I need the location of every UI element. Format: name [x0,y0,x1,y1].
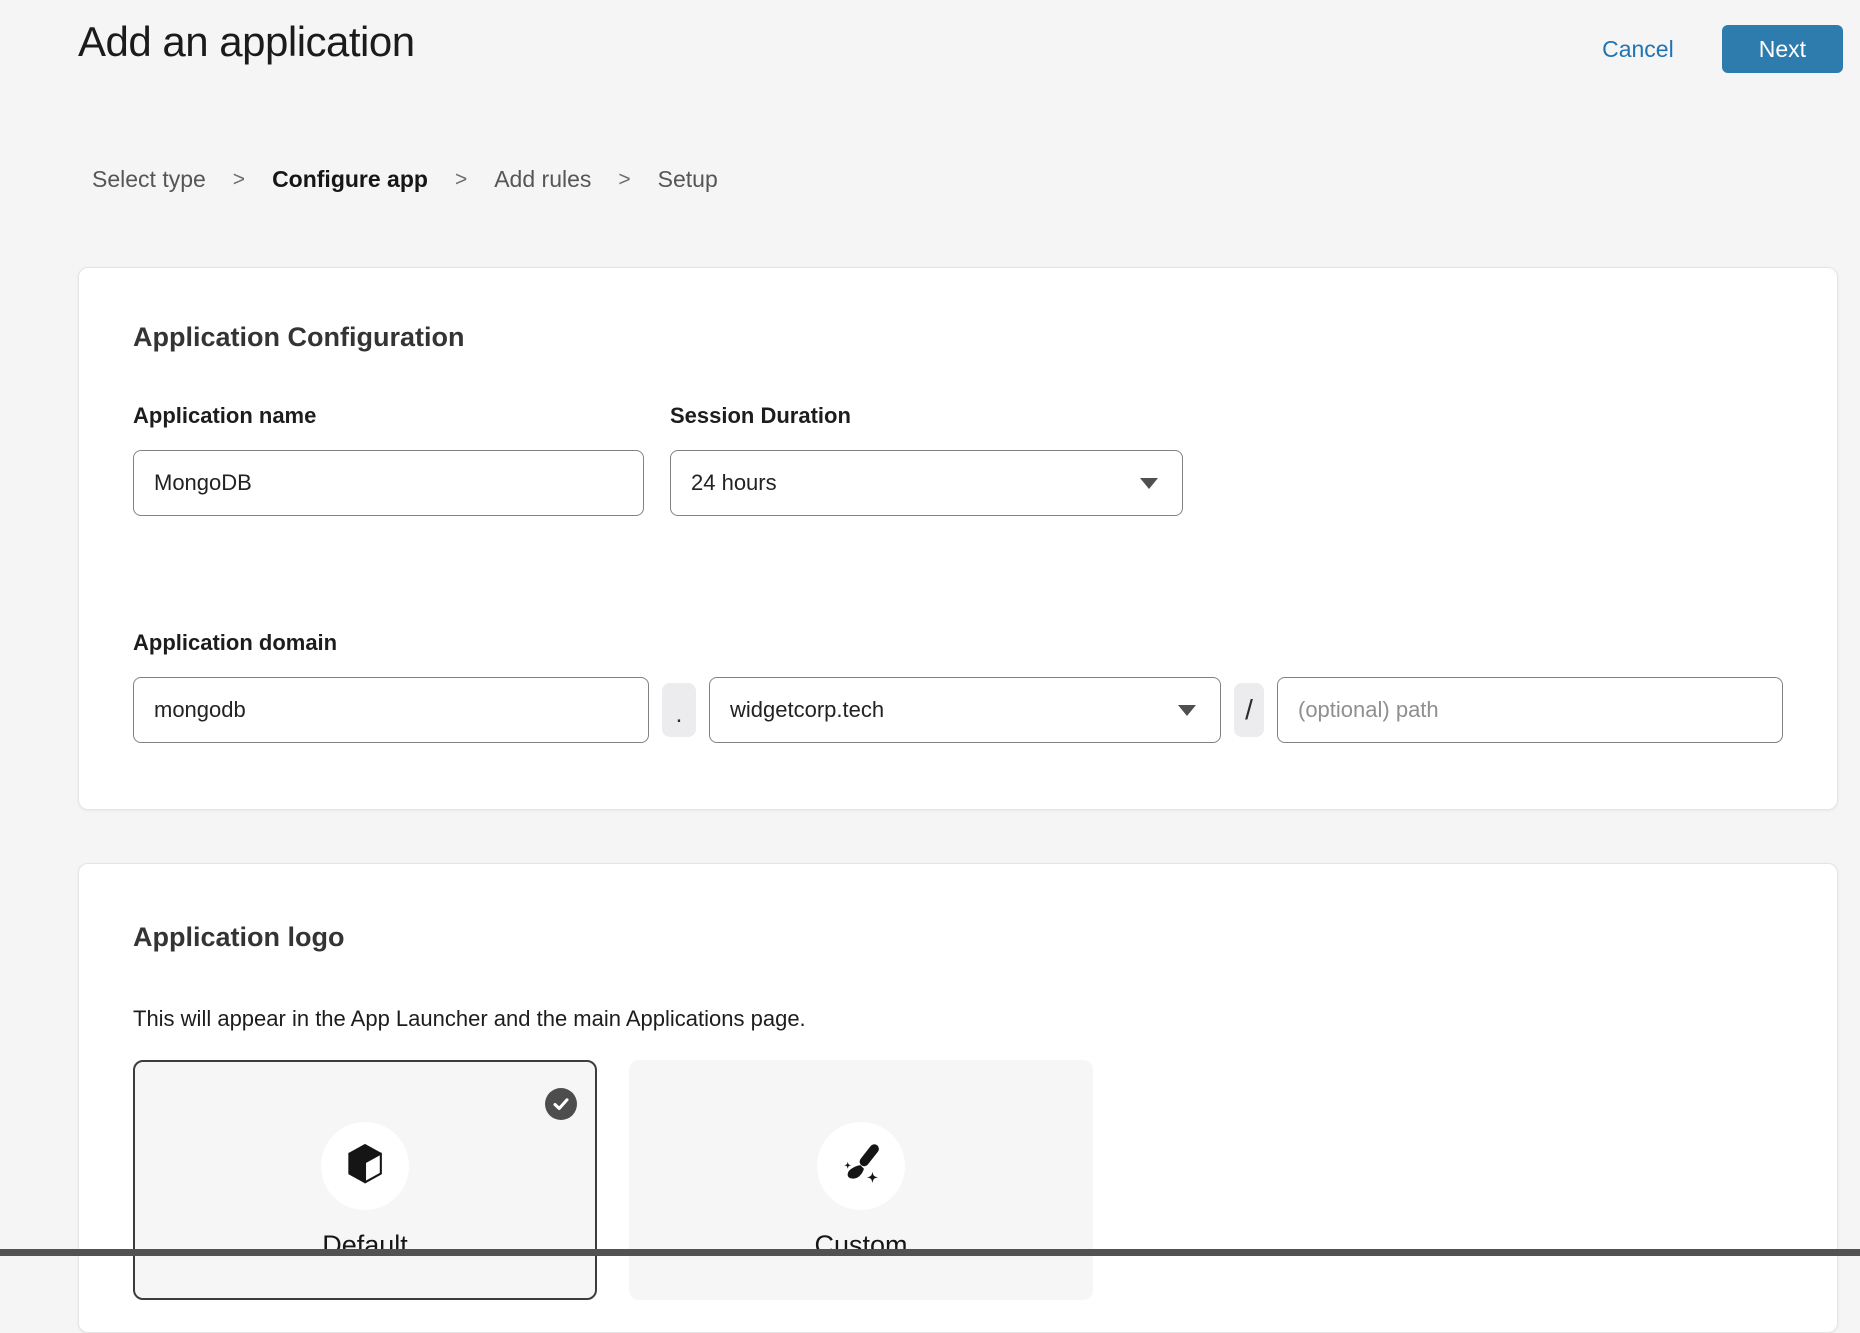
path-input[interactable] [1277,677,1783,743]
chevron-down-icon [1178,705,1196,716]
logo-option-default-label: Default [135,1230,595,1261]
application-name-field-group: Application name [133,403,644,516]
logo-option-default[interactable]: Default [133,1060,597,1300]
session-duration-label: Session Duration [670,403,1183,429]
breadcrumb-separator: > [233,168,245,192]
session-duration-value: 24 hours [691,470,777,496]
breadcrumb-separator: > [618,168,630,192]
domain-select-value: widgetcorp.tech [730,697,884,723]
subdomain-input[interactable] [133,677,649,743]
dot-separator: . [662,683,696,737]
custom-logo-circle [817,1122,905,1210]
application-domain-label: Application domain [133,630,1783,656]
application-name-label: Application name [133,403,644,429]
config-card-title: Application Configuration [133,322,1783,353]
breadcrumb-step-add-rules: Add rules [494,166,591,193]
session-duration-select[interactable]: 24 hours [670,450,1183,516]
breadcrumb-step-select-type[interactable]: Select type [92,166,206,193]
application-name-input[interactable] [133,450,644,516]
logo-card-title: Application logo [133,922,1783,953]
logo-option-custom[interactable]: Custom [629,1060,1093,1300]
logo-option-custom-label: Custom [631,1230,1091,1261]
breadcrumb: Select type > Configure app > Add rules … [92,166,718,193]
application-logo-card: Application logo This will appear in the… [78,863,1838,1333]
chevron-down-icon [1140,478,1158,489]
default-logo-circle [321,1122,409,1210]
header-actions: Cancel Next [1602,25,1843,73]
next-button[interactable]: Next [1722,25,1843,73]
session-duration-field-group: Session Duration 24 hours [670,403,1183,516]
application-domain-row: . widgetcorp.tech / [133,677,1783,743]
breadcrumb-step-configure-app: Configure app [272,166,428,193]
paintbrush-icon [839,1142,883,1191]
breadcrumb-separator: > [455,168,467,192]
page-title: Add an application [78,18,415,66]
logo-options: Default Custom [133,1060,1783,1300]
application-configuration-card: Application Configuration Application na… [78,267,1838,810]
bottom-window-edge [0,1249,1860,1256]
domain-select[interactable]: widgetcorp.tech [709,677,1221,743]
slash-separator: / [1234,683,1264,737]
logo-card-description: This will appear in the App Launcher and… [133,1006,1783,1032]
check-icon [545,1088,577,1120]
breadcrumb-step-setup: Setup [658,166,718,193]
cancel-button[interactable]: Cancel [1602,36,1674,63]
cube-icon [345,1142,385,1191]
